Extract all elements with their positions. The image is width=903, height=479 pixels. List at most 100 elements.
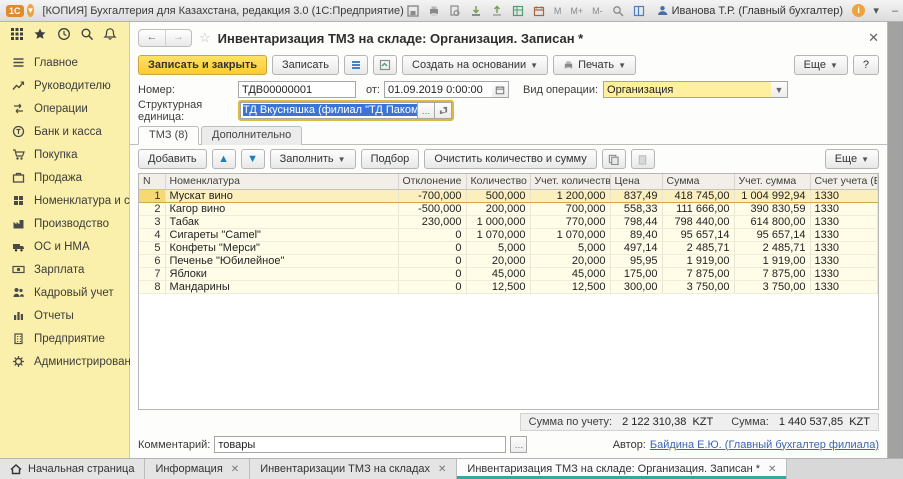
cell-quantity[interactable]: 12,500 [466,280,530,293]
cell-sum[interactable]: 1 919,00 [662,254,734,267]
sidebar-item-banknote[interactable]: Зарплата [0,258,129,281]
cell-price[interactable]: 837,49 [610,189,662,202]
cell-deviation[interactable]: 0 [398,280,466,293]
cell-acc-quantity[interactable]: 20,000 [530,254,610,267]
import-button[interactable] [467,3,485,19]
calendar-button[interactable] [530,3,548,19]
cell-price[interactable]: 558,33 [610,202,662,215]
fill-button[interactable]: Заполнить▼ [270,149,356,169]
move-down-button[interactable]: ▼ [241,149,265,169]
cell-deviation[interactable]: 230,000 [398,215,466,228]
info-button[interactable]: i [852,4,865,17]
table-row[interactable]: 1Мускат вино-700,000500,0001 200,000837,… [139,189,878,202]
table-button[interactable] [509,3,527,19]
register-records-button[interactable] [344,55,368,75]
cell-nomenclature[interactable]: Кагор вино [165,202,398,215]
cell-account[interactable]: 1330 [810,215,878,228]
cell-price[interactable]: 175,00 [610,267,662,280]
sidebar-item-operations[interactable]: Операции [0,97,129,120]
table-row[interactable]: 5Конфеты "Мерси"05,0005,000497,142 485,7… [139,241,878,254]
titlebar-menu-caret[interactable]: ▾ [868,4,884,17]
cell-deviation[interactable]: 0 [398,267,466,280]
memory-m-plus-button[interactable]: М+ [567,3,586,19]
pick-button[interactable]: Подбор [361,149,420,169]
comment-field[interactable] [214,436,506,453]
cell-sum[interactable]: 95 657,14 [662,228,734,241]
current-user[interactable]: Иванова Т.Р. (Главный бухгалтер) [657,5,844,17]
cell-nomenclature[interactable]: Печенье "Юбилейное" [165,254,398,267]
main-menu-button[interactable]: ▼ [27,4,35,17]
favorites-button[interactable] [33,27,47,41]
panels-button[interactable] [630,3,648,19]
forward-button[interactable]: → [165,30,191,46]
col-header-n[interactable]: N [139,174,165,189]
export-button[interactable] [488,3,506,19]
add-row-button[interactable]: Добавить [138,149,207,169]
cell-sum[interactable]: 2 485,71 [662,241,734,254]
print-menu-button[interactable]: Печать▼ [553,55,636,75]
close-tab-icon[interactable]: ✕ [768,464,776,475]
more-button[interactable]: Еще▼ [794,55,848,75]
cell-quantity[interactable]: 200,000 [466,202,530,215]
cell-price[interactable]: 497,14 [610,241,662,254]
cell-acc-quantity[interactable]: 5,000 [530,241,610,254]
table-row[interactable]: 2Кагор вино-500,000200,000700,000558,331… [139,202,878,215]
save-document-button[interactable]: Записать [272,55,339,75]
minimize-button[interactable]: – [887,5,903,17]
history-button[interactable] [57,27,71,41]
cell-acc-sum[interactable]: 7 875,00 [734,267,810,280]
table-row[interactable]: 3Табак230,0001 000,000770,000798,44798 4… [139,215,878,228]
cell-deviation[interactable]: -500,000 [398,202,466,215]
zoom-button[interactable] [609,3,627,19]
col-header-quantity[interactable]: Количество [466,174,530,189]
cell-quantity[interactable]: 20,000 [466,254,530,267]
close-tab-icon[interactable]: ✕ [438,464,446,475]
cell-deviation[interactable]: 0 [398,228,466,241]
paste-rows-button[interactable] [631,149,655,169]
cell-nomenclature[interactable]: Табак [165,215,398,228]
cell-nomenclature[interactable]: Мандарины [165,280,398,293]
sidebar-item-cart[interactable]: Покупка [0,143,129,166]
cell-account[interactable]: 1330 [810,228,878,241]
cell-acc-quantity[interactable]: 45,000 [530,267,610,280]
cell-acc-quantity[interactable]: 12,500 [530,280,610,293]
structural-unit-select-button[interactable]: … [418,102,435,119]
sidebar-item-building[interactable]: Предприятие [0,327,129,350]
cell-nomenclature[interactable]: Конфеты "Мерси" [165,241,398,254]
table-row[interactable]: 8Мандарины012,50012,500300,003 750,003 7… [139,280,878,293]
cell-line-number[interactable]: 8 [139,280,165,293]
cell-acc-quantity[interactable]: 700,000 [530,202,610,215]
close-tab-icon[interactable]: ✕ [231,464,239,475]
form-close-button[interactable]: ✕ [868,30,879,46]
posting-button[interactable] [373,55,397,75]
sidebar-item-factory[interactable]: Производство [0,212,129,235]
cell-quantity[interactable]: 500,000 [466,189,530,202]
table-more-button[interactable]: Еще▼ [825,149,879,169]
table-row[interactable]: 6Печенье "Юбилейное"020,00020,00095,951 … [139,254,878,267]
cell-line-number[interactable]: 6 [139,254,165,267]
date-picker-button[interactable] [492,81,509,98]
print-button[interactable] [425,3,443,19]
sections-menu-button[interactable] [10,27,24,41]
window-tab-1[interactable]: Информация✕ [145,459,250,479]
cell-line-number[interactable]: 1 [139,189,165,202]
date-field[interactable] [384,81,492,98]
structural-unit-field[interactable]: ТД Вкусняшка (филиал "ТД Пакоми [240,102,418,119]
author-link[interactable]: Байдина Е.Ю. (Главный бухгалтер филиала) [650,439,879,451]
cell-acc-sum[interactable]: 3 750,00 [734,280,810,293]
search-button[interactable] [80,27,94,41]
copy-rows-button[interactable] [602,149,626,169]
cell-sum[interactable]: 418 745,00 [662,189,734,202]
cell-price[interactable]: 89,40 [610,228,662,241]
sidebar-item-people[interactable]: Кадровый учет [0,281,129,304]
sidebar-item-report-chart[interactable]: Отчеты [0,304,129,327]
cell-account[interactable]: 1330 [810,280,878,293]
sidebar-item-trend-chart[interactable]: Руководителю [0,74,129,97]
cell-acc-quantity[interactable]: 770,000 [530,215,610,228]
cell-quantity[interactable]: 1 000,000 [466,215,530,228]
cell-sum[interactable]: 798 440,00 [662,215,734,228]
tab-tmz[interactable]: ТМЗ (8) [138,126,199,145]
cell-acc-sum[interactable]: 1 919,00 [734,254,810,267]
cell-price[interactable]: 95,95 [610,254,662,267]
cell-account[interactable]: 1330 [810,241,878,254]
